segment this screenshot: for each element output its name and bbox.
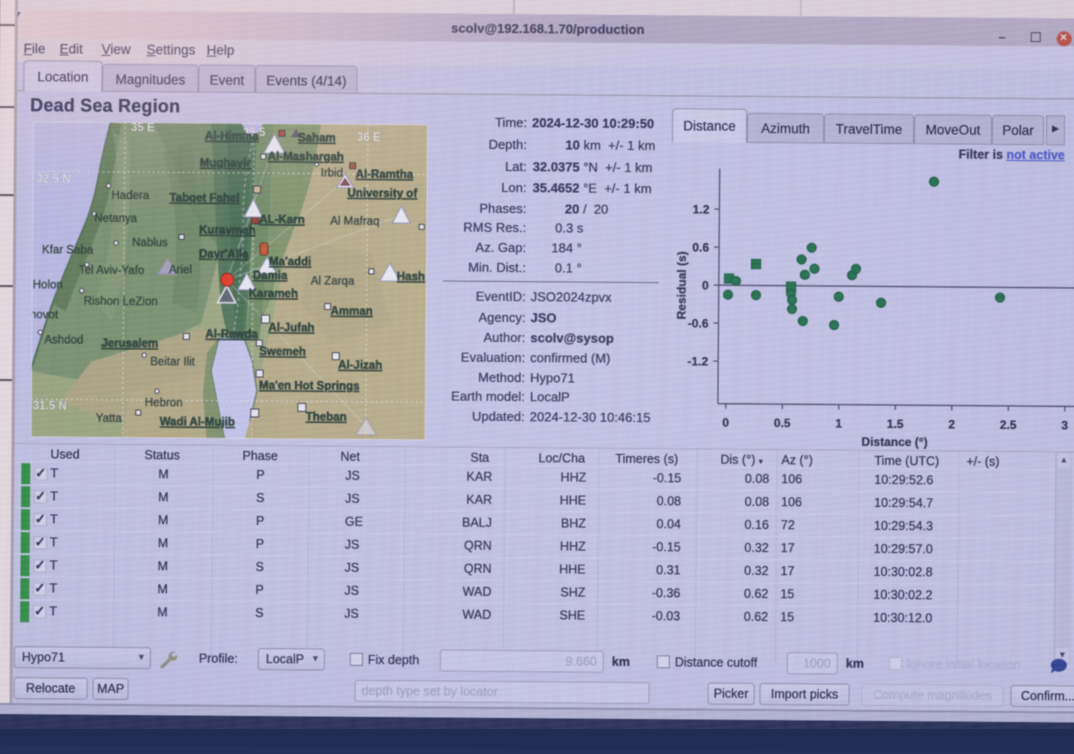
- svg-text:Kuraymah: Kuraymah: [199, 225, 255, 237]
- svg-text:Al Mafraq: Al Mafraq: [330, 216, 379, 228]
- svg-text:Yatta: Yatta: [96, 413, 123, 425]
- svg-text:Al-Ramtha: Al-Ramtha: [356, 169, 414, 181]
- svg-text:0.6: 0.6: [692, 240, 709, 254]
- svg-text:32.5 N: 32.5 N: [37, 173, 71, 185]
- svg-text:AL-Karn: AL-Karn: [259, 214, 304, 226]
- svg-text:Tel Aviv-Yafo: Tel Aviv-Yafo: [79, 265, 145, 278]
- svg-text:Amman: Amman: [331, 306, 373, 318]
- svg-text:Beitar Ilit: Beitar Ilit: [150, 356, 196, 368]
- svg-text:1.2: 1.2: [693, 202, 710, 216]
- svg-text:Rishon LeZion: Rishon LeZion: [84, 296, 158, 309]
- svg-text:Hadera: Hadera: [111, 190, 149, 202]
- svg-text:Al-Rawda: Al-Rawda: [205, 329, 258, 341]
- svg-text:31.5 N: 31.5 N: [33, 400, 67, 412]
- svg-text:Wadi Al-Mujib: Wadi Al-Mujib: [160, 416, 235, 429]
- svg-text:Jerusalem: Jerusalem: [101, 338, 158, 350]
- svg-text:-0.6: -0.6: [688, 316, 709, 330]
- svg-text:ehovot: ehovot: [31, 309, 59, 321]
- svg-text:2.5: 2.5: [1000, 418, 1017, 432]
- svg-text:Residual (s): Residual (s): [675, 251, 690, 319]
- svg-text:Kfar Saba: Kfar Saba: [42, 244, 94, 256]
- svg-text:Netanya: Netanya: [94, 213, 138, 225]
- svg-text:Al-Mashargah: Al-Mashargah: [268, 151, 344, 164]
- svg-text:Damia: Damia: [253, 270, 288, 282]
- svg-text:Al-Jizah: Al-Jizah: [338, 360, 382, 372]
- svg-text:0: 0: [702, 279, 709, 293]
- svg-text:Al-Himma: Al-Himma: [205, 131, 259, 143]
- svg-text:Ma'addi: Ma'addi: [269, 256, 311, 268]
- svg-text:Nablus: Nablus: [132, 237, 168, 249]
- svg-text:Karameh: Karameh: [249, 288, 298, 300]
- svg-text:Swemeh: Swemeh: [259, 346, 306, 358]
- svg-text:Ashdod: Ashdod: [44, 334, 83, 346]
- svg-text:Ariel: Ariel: [169, 264, 192, 276]
- svg-text:35 E: 35 E: [131, 122, 155, 134]
- svg-text:Saham: Saham: [298, 132, 336, 144]
- svg-text:1.5: 1.5: [887, 417, 904, 431]
- svg-text:Tabqet Fahel: Tabqet Fahel: [169, 192, 239, 205]
- svg-text:Hebron: Hebron: [145, 397, 183, 409]
- svg-text:3: 3: [1061, 418, 1068, 432]
- svg-text:36 E: 36 E: [357, 132, 381, 144]
- svg-text:Holon: Holon: [33, 279, 63, 291]
- svg-text:Ma'en Hot Springs: Ma'en Hot Springs: [259, 380, 360, 393]
- svg-text:-1.2: -1.2: [687, 354, 708, 368]
- svg-text:Distance (°): Distance (°): [861, 435, 927, 450]
- svg-text:Al-Jufah: Al-Jufah: [268, 322, 314, 334]
- svg-text:0.5: 0.5: [774, 416, 791, 430]
- svg-text:2: 2: [948, 417, 955, 431]
- svg-text:0: 0: [722, 416, 729, 430]
- svg-text:Theban: Theban: [306, 411, 347, 423]
- svg-text:Mughayir: Mughayir: [200, 158, 252, 170]
- svg-text:1: 1: [835, 417, 842, 431]
- svg-text:Al Zarqa: Al Zarqa: [311, 275, 355, 287]
- svg-text:Irbid: Irbid: [321, 168, 343, 180]
- svg-text:Dayr'Alla: Dayr'Alla: [199, 249, 249, 261]
